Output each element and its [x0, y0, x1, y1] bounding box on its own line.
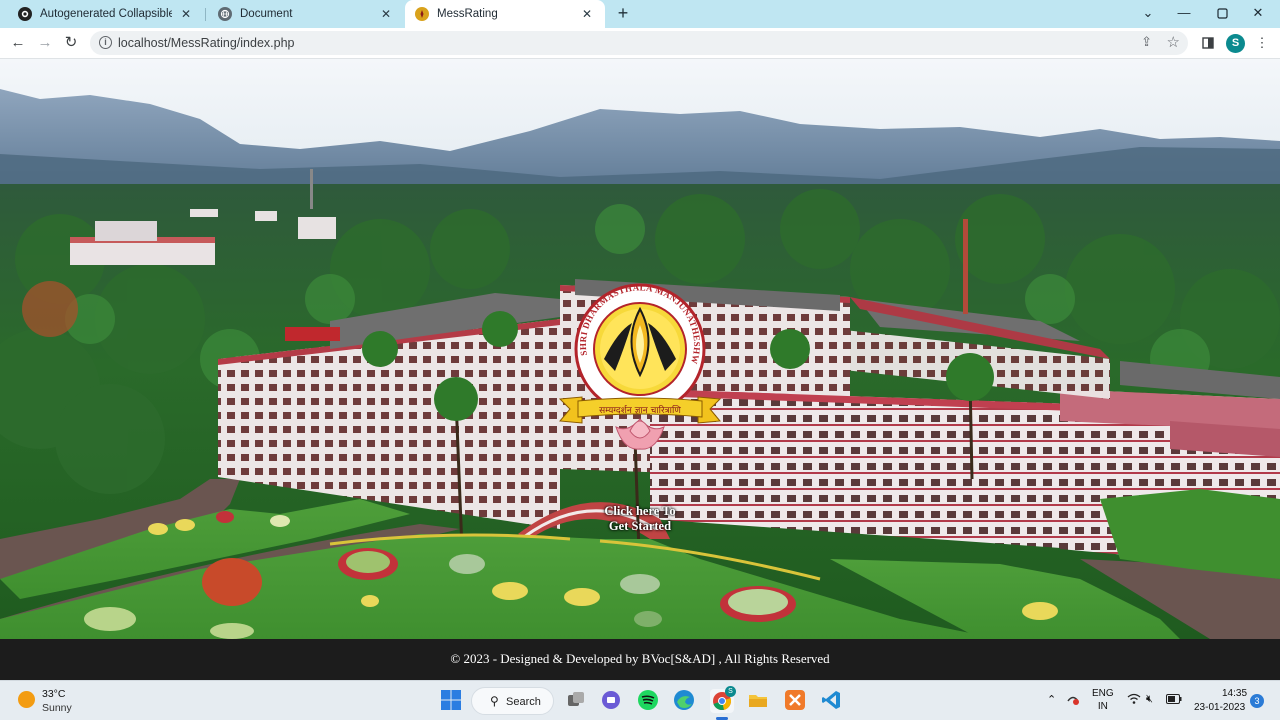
tab-autogenerated[interactable]: Autogenerated Collapsible Direc ✕ — [8, 0, 204, 28]
tab-divider — [205, 8, 206, 21]
clock-date[interactable]: 23-01-2023 — [1194, 702, 1245, 713]
reload-button[interactable]: ↻ — [60, 32, 82, 54]
vscode-icon[interactable] — [820, 689, 844, 713]
notification-badge[interactable]: 3 — [1250, 694, 1264, 708]
campus-aerial-photo: SHRI DHARMASTHALA MANJUNATHESHWARA COLLE… — [0, 59, 1280, 639]
tab-title: Autogenerated Collapsible Direc — [40, 8, 172, 20]
edge-icon[interactable] — [673, 689, 697, 713]
battery-icon[interactable] — [1166, 694, 1182, 707]
language-line-1: ENG — [1092, 688, 1114, 699]
tab-messrating[interactable]: MessRating ✕ — [405, 0, 605, 28]
close-icon[interactable]: ✕ — [579, 7, 595, 21]
hero-banner: SHRI DHARMASTHALA MANJUNATHESHWARA COLLE… — [0, 59, 1280, 639]
side-panel-icon[interactable] — [1198, 33, 1218, 53]
language-line-2: IN — [1097, 701, 1108, 712]
taskbar-search[interactable]: ⚲ Search — [471, 687, 554, 715]
github-icon — [18, 7, 32, 21]
tab-title: MessRating — [437, 8, 498, 20]
tab-document[interactable]: Document ✕ — [208, 0, 404, 28]
weather-condition[interactable]: Sunny — [42, 702, 72, 714]
chrome-icon[interactable]: S — [710, 686, 736, 713]
site-info-icon[interactable]: i — [99, 36, 112, 49]
get-started-link[interactable]: Click here To Get Started — [590, 504, 690, 534]
volume-muted-icon[interactable]: 🔇︎ — [1146, 693, 1153, 706]
close-icon[interactable]: ✕ — [178, 7, 194, 21]
logo-banner-text: सम्यग्दर्शन ज्ञान चारित्राणि — [599, 404, 681, 416]
xampp-icon[interactable] — [784, 689, 808, 713]
sun-weather-icon[interactable] — [18, 691, 35, 708]
windows-taskbar: 33°C Sunny ⚲ Search S ⌃ ENG IN 🔇︎ 14:35 … — [0, 680, 1280, 720]
maximize-icon[interactable] — [1204, 0, 1240, 28]
tab-search-icon[interactable]: ⌄ — [1130, 0, 1166, 28]
file-explorer-icon[interactable] — [747, 689, 771, 713]
globe-icon — [218, 7, 232, 21]
browser-tab-strip: Autogenerated Collapsible Direc ✕ Docume… — [0, 0, 1280, 28]
url-text[interactable]: localhost/MessRating/index.php — [118, 36, 295, 50]
chrome-profile-badge: S — [725, 686, 736, 697]
share-icon[interactable]: ⇪ — [1141, 34, 1152, 50]
windows-start-icon[interactable] — [440, 689, 464, 713]
minimize-icon[interactable]: — — [1166, 0, 1202, 28]
footer-copyright: © 2023 - Designed & Developed by BVoc[S&… — [450, 651, 830, 666]
college-logo-icon — [415, 7, 429, 21]
weather-temperature[interactable]: 33°C — [42, 688, 65, 700]
address-bar[interactable]: i localhost/MessRating/index.php ⇪ ☆ — [90, 31, 1188, 55]
battery-saver-icon[interactable] — [1066, 692, 1080, 709]
tray-overflow-chevron-icon[interactable]: ⌃ — [1047, 693, 1056, 706]
teams-chat-icon[interactable] — [600, 689, 624, 713]
tab-title: Document — [240, 8, 293, 20]
new-tab-button[interactable]: + — [612, 3, 634, 25]
clock-time[interactable]: 14:35 — [1222, 688, 1247, 699]
browser-toolbar: ← → ↻ i localhost/MessRating/index.php ⇪… — [0, 28, 1280, 59]
wifi-icon[interactable] — [1127, 693, 1141, 708]
forward-button[interactable]: → — [34, 32, 56, 54]
close-icon[interactable]: ✕ — [378, 7, 394, 21]
search-label: Search — [506, 696, 541, 708]
bookmark-star-icon[interactable]: ☆ — [1167, 33, 1180, 51]
task-view-icon[interactable] — [565, 689, 589, 713]
language-indicator[interactable]: ENG IN — [1092, 688, 1114, 712]
page-footer: © 2023 - Designed & Developed by BVoc[S&… — [0, 639, 1280, 680]
search-icon: ⚲ — [490, 694, 499, 708]
cta-line-2[interactable]: Get Started — [590, 519, 690, 534]
cta-line-1[interactable]: Click here To — [590, 504, 690, 519]
spotify-icon[interactable] — [637, 689, 661, 713]
profile-avatar[interactable]: S — [1226, 34, 1245, 53]
back-button[interactable]: ← — [7, 32, 29, 54]
menu-kebab-icon[interactable]: ⋮ — [1252, 33, 1272, 53]
window-close-icon[interactable]: ✕ — [1240, 0, 1276, 28]
